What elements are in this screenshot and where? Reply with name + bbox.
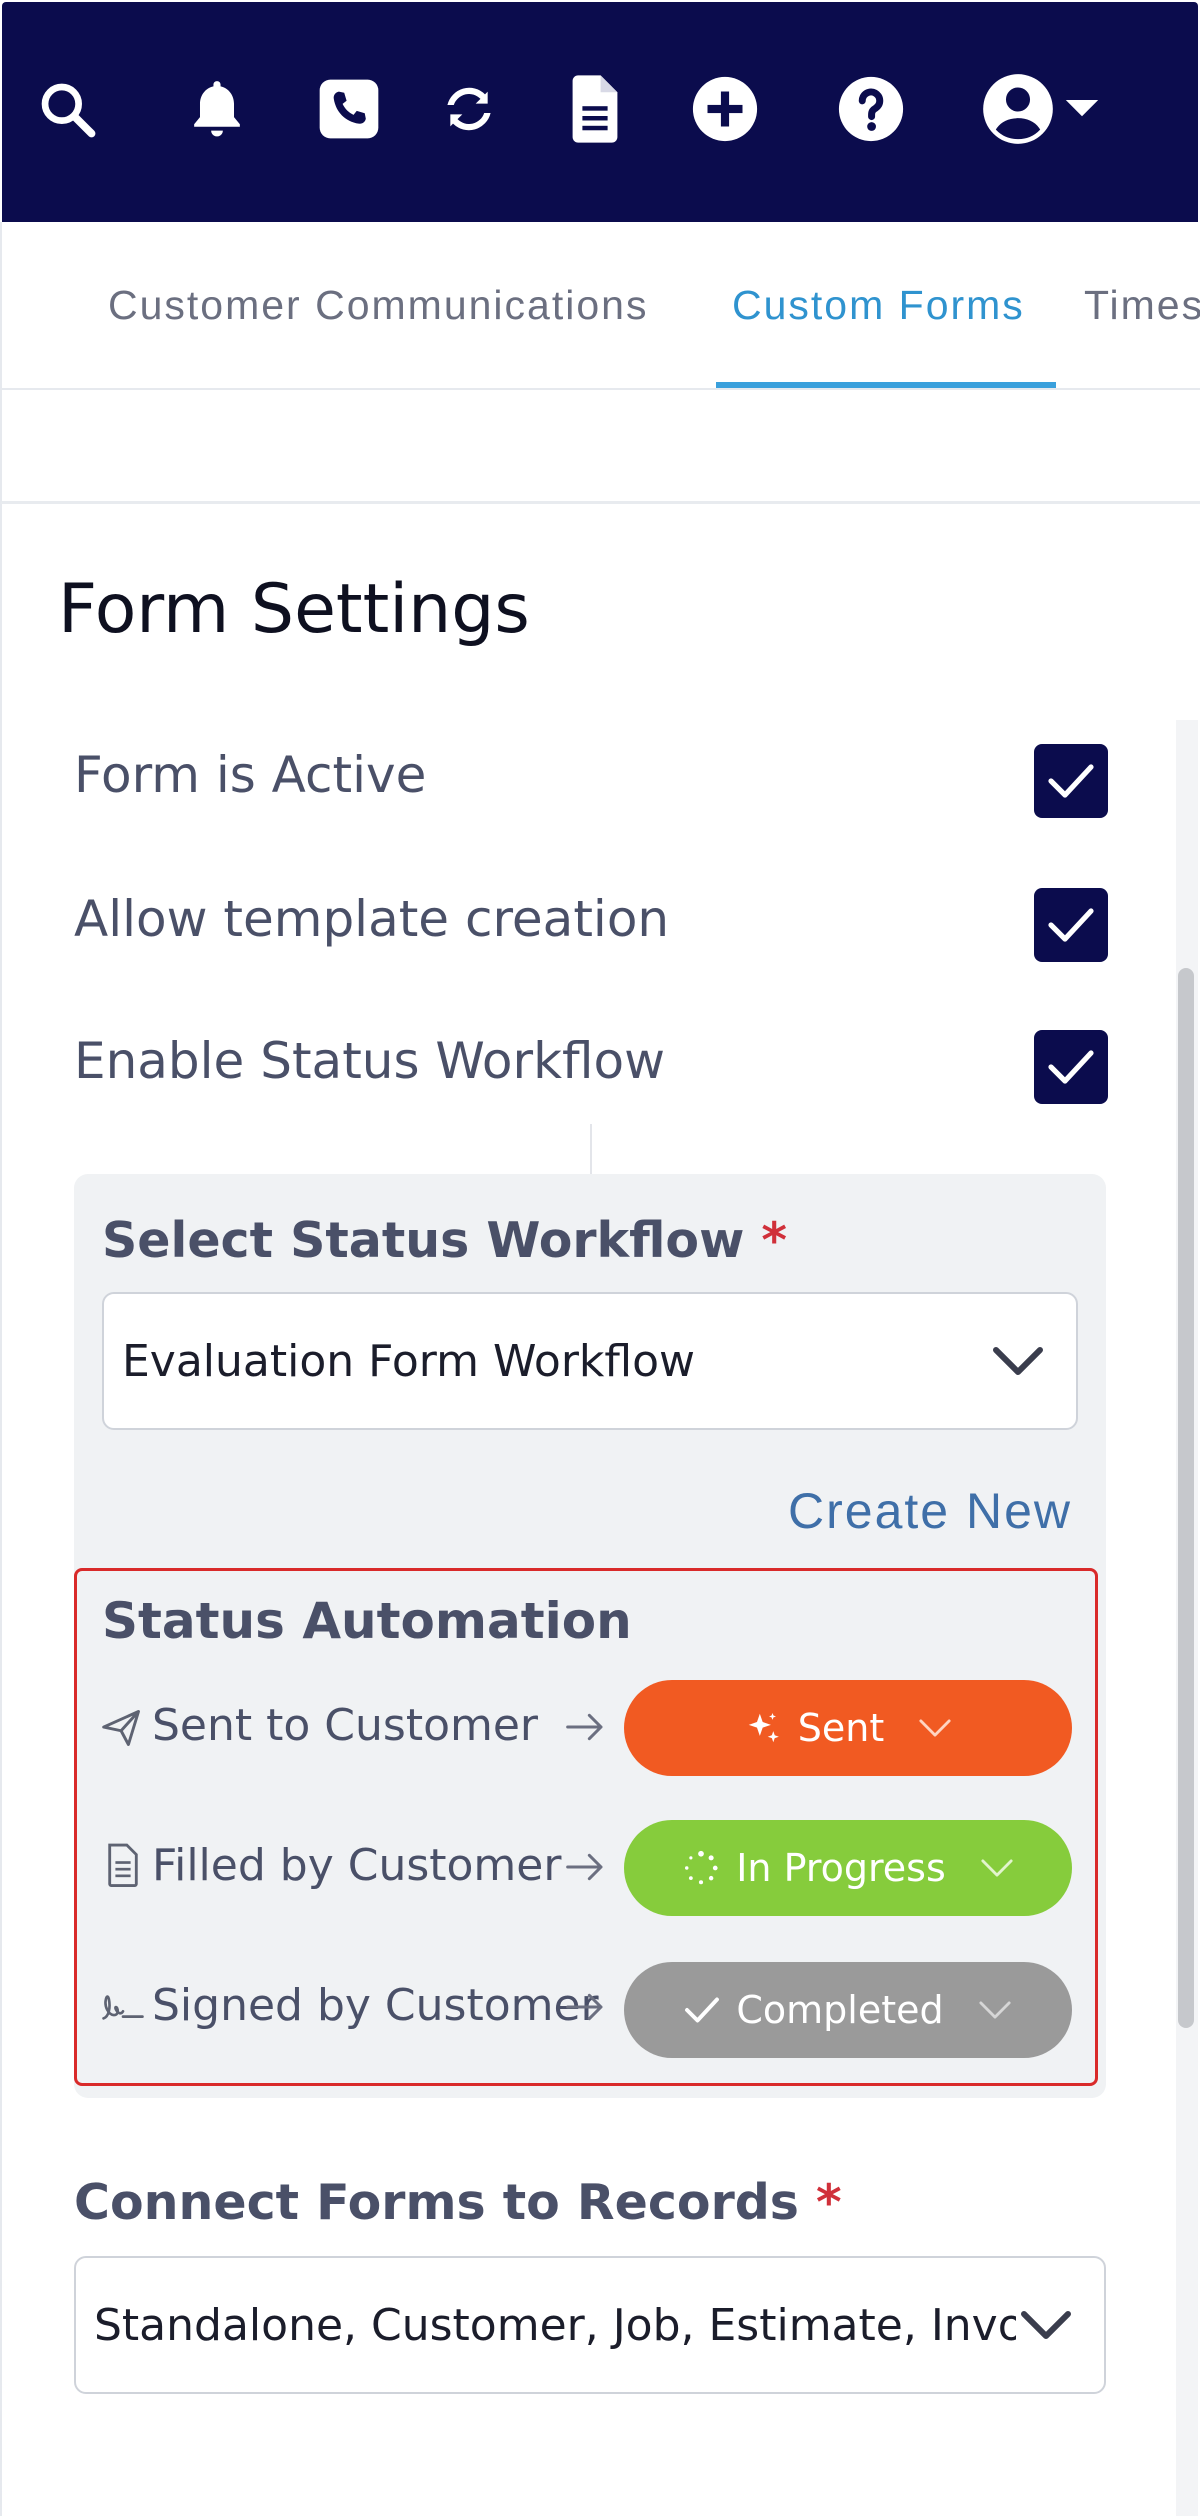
check-icon <box>1048 908 1094 942</box>
workflow-connector-line <box>590 1124 592 1174</box>
form-active-checkbox[interactable] <box>1034 744 1108 818</box>
help-icon[interactable] <box>836 74 906 144</box>
document-icon[interactable] <box>560 74 630 144</box>
tab-custom-forms[interactable]: Custom Forms <box>732 282 1025 329</box>
signature-icon <box>102 1995 144 2020</box>
add-circle-icon[interactable] <box>690 74 760 144</box>
chevron-down-icon <box>981 1859 1013 1877</box>
select-workflow-label: Select Status Workflow * <box>102 1212 787 1269</box>
setting-label-form-active: Form is Active <box>74 746 427 804</box>
scrollbar-thumb[interactable] <box>1178 968 1194 2028</box>
chevron-down-icon <box>1065 100 1099 117</box>
status-automation-title: Status Automation <box>102 1592 632 1650</box>
sparkle-icon <box>748 1712 779 1743</box>
top-navigation-bar <box>2 2 1198 222</box>
chevron-down-icon <box>1021 2311 1071 2339</box>
status-value-sent: Sent <box>797 1706 885 1750</box>
tab-bar: Customer Communications Custom Forms Tim… <box>0 222 1200 390</box>
chevron-down-icon <box>993 1347 1043 1375</box>
records-select-value: Standalone, Customer, Job, Estimate, Inv… <box>94 2300 1016 2351</box>
search-icon[interactable] <box>32 74 102 144</box>
paper-plane-icon <box>102 1710 140 1746</box>
required-mark: * <box>761 1212 788 1269</box>
setting-label-status-workflow: Enable Status Workflow <box>74 1032 666 1090</box>
arrow-right-icon <box>566 1853 603 1881</box>
allow-template-checkbox[interactable] <box>1034 888 1108 962</box>
spinner-icon <box>685 1850 718 1885</box>
page-title: Form Settings <box>58 570 530 649</box>
status-dropdown-sent[interactable]: Sent <box>624 1680 1072 1776</box>
setting-label-allow-template: Allow template creation <box>74 890 670 948</box>
tab-customer-communications[interactable]: Customer Communications <box>108 282 648 329</box>
status-dropdown-in-progress[interactable]: In Progress <box>624 1820 1072 1916</box>
records-select[interactable]: Standalone, Customer, Job, Estimate, Inv… <box>74 2256 1106 2394</box>
check-icon <box>1048 764 1094 798</box>
check-icon <box>685 1997 720 2023</box>
arrow-right-icon <box>566 1713 603 1741</box>
check-icon <box>1048 1050 1094 1084</box>
phone-icon[interactable] <box>314 74 384 144</box>
workflow-select[interactable]: Evaluation Form Workflow <box>102 1292 1078 1430</box>
status-value-completed: Completed <box>736 1988 944 2032</box>
automation-label-sent: Sent to Customer <box>152 1700 539 1751</box>
connect-records-label-text: Connect Forms to Records <box>74 2174 799 2231</box>
required-mark: * <box>816 2174 842 2231</box>
workflow-select-value: Evaluation Form Workflow <box>122 1336 696 1387</box>
arrow-right-icon <box>566 1993 603 2021</box>
chevron-down-icon <box>919 1719 951 1737</box>
select-workflow-label-text: Select Status Workflow <box>102 1212 745 1269</box>
chevron-down-icon <box>979 2001 1011 2019</box>
automation-label-signed: Signed by Customer <box>152 1980 599 2031</box>
status-dropdown-completed[interactable]: Completed <box>624 1962 1072 2058</box>
document-icon <box>108 1843 138 1887</box>
bell-icon[interactable] <box>182 74 252 144</box>
sync-icon[interactable] <box>434 74 504 144</box>
status-workflow-checkbox[interactable] <box>1034 1030 1108 1104</box>
tab-times[interactable]: Times <box>1084 282 1200 329</box>
section-spacer <box>0 390 1200 504</box>
connect-records-label: Connect Forms to Records * <box>74 2174 842 2231</box>
status-value-in-progress: In Progress <box>736 1846 946 1890</box>
user-account-icon[interactable] <box>980 74 1110 144</box>
automation-label-filled: Filled by Customer <box>152 1840 562 1891</box>
active-tab-indicator <box>716 382 1056 388</box>
create-new-link[interactable]: Create New <box>788 1482 1072 1540</box>
